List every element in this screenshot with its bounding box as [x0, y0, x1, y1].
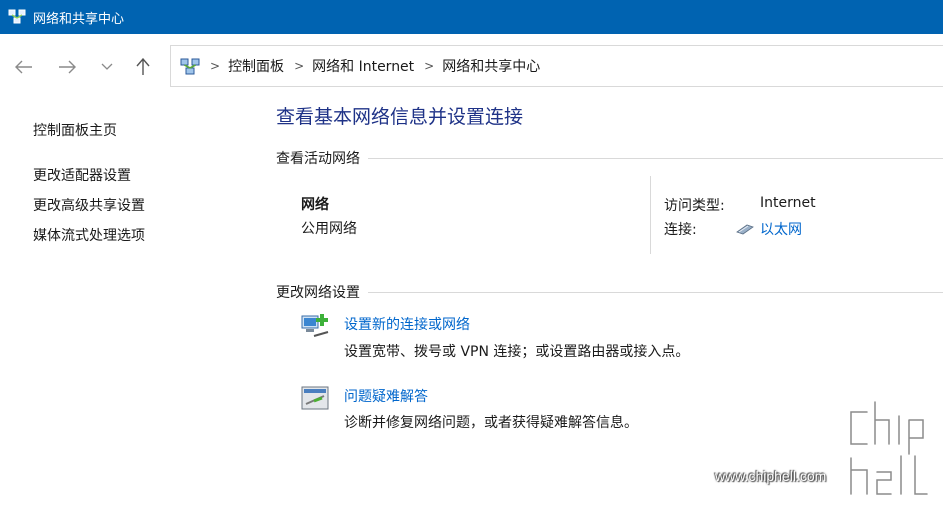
watermark-url: www.chiphell.com: [715, 468, 827, 484]
network-name: 网络: [301, 197, 329, 213]
setup-new-connection-desc: 设置宽带、拨号或 VPN 连接；或设置路由器或接入点。: [344, 344, 690, 360]
recent-locations-button[interactable]: [96, 56, 118, 78]
active-networks-heading: 查看活动网络: [276, 148, 943, 168]
page-title: 查看基本网络信息并设置连接: [276, 106, 524, 128]
section-divider: [368, 157, 943, 159]
arrow-up-icon: [136, 58, 150, 75]
connection-label: 连接:: [664, 222, 697, 238]
breadcrumb-network-internet[interactable]: 网络和 Internet: [312, 56, 414, 76]
breadcrumb-control-panel[interactable]: 控制面板: [228, 56, 284, 76]
forward-button[interactable]: [56, 56, 78, 78]
network-type[interactable]: 公用网络: [301, 218, 357, 238]
sidebar-item-advanced-sharing[interactable]: 更改高级共享设置: [33, 195, 145, 215]
back-button[interactable]: [13, 56, 35, 78]
ethernet-icon: [736, 224, 754, 235]
access-type-value: Internet: [760, 195, 816, 211]
new-connection-icon: [301, 314, 329, 337]
chevron-down-icon: [101, 63, 113, 70]
sidebar-item-adapter-settings[interactable]: 更改适配器设置: [33, 165, 131, 185]
change-settings-label: 更改网络设置: [276, 285, 360, 301]
ethernet-connection-label: 以太网: [760, 222, 802, 238]
network-location-icon: [180, 58, 200, 75]
breadcrumb-separator: >: [294, 59, 305, 73]
troubleshoot-link[interactable]: 问题疑难解答: [344, 386, 428, 406]
sidebar-item-media-streaming[interactable]: 媒体流式处理选项: [33, 225, 145, 245]
up-button[interactable]: [132, 56, 154, 78]
watermark: www.chiphell.com: [715, 398, 943, 502]
troubleshoot-icon: [301, 386, 329, 410]
arrow-right-icon: [59, 60, 76, 74]
navigation-bar: > 控制面板 > 网络和 Internet > 网络和共享中心: [0, 34, 943, 100]
change-settings-heading: 更改网络设置: [276, 282, 943, 302]
window-title: 网络和共享中心: [33, 11, 125, 27]
active-networks-label: 查看活动网络: [276, 151, 360, 167]
sidebar-item-control-panel-home[interactable]: 控制面板主页: [33, 120, 117, 140]
access-type-label: 访问类型:: [664, 198, 725, 214]
vertical-divider: [650, 176, 651, 254]
ethernet-connection-link[interactable]: 以太网: [736, 219, 802, 239]
breadcrumb-network-sharing-center[interactable]: 网络和共享中心: [442, 56, 540, 76]
setup-new-connection-link[interactable]: 设置新的连接或网络: [344, 314, 470, 334]
breadcrumb-separator: >: [210, 59, 221, 73]
chiphell-logo-icon: [847, 398, 931, 498]
address-bar[interactable]: > 控制面板 > 网络和 Internet > 网络和共享中心: [170, 45, 943, 87]
breadcrumb-separator: >: [424, 59, 435, 73]
arrow-left-icon: [15, 60, 32, 74]
section-divider: [368, 291, 943, 293]
network-center-icon: [8, 9, 26, 24]
title-bar: 网络和共享中心: [0, 0, 943, 34]
troubleshoot-desc: 诊断并修复网络问题，或者获得疑难解答信息。: [344, 415, 638, 431]
